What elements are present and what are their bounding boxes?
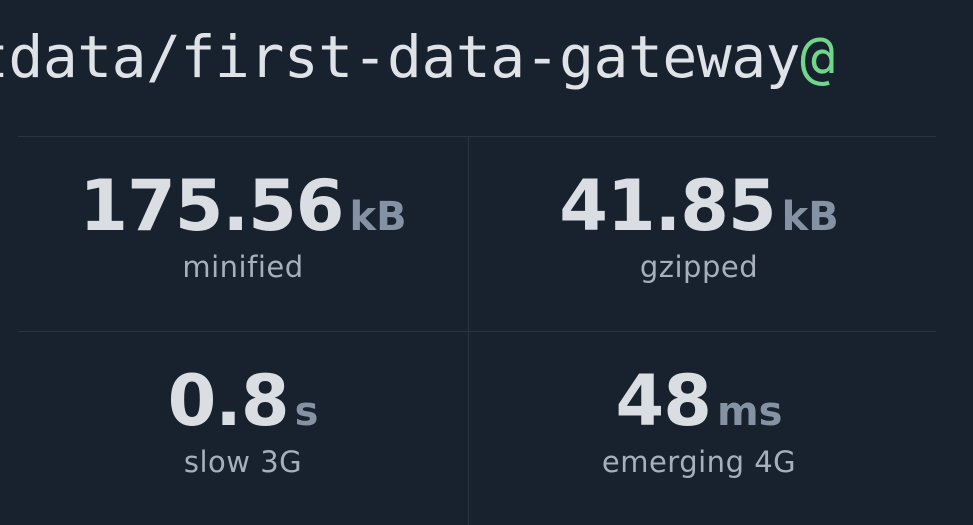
package-title: tdata/first-data-gateway@: [0, 28, 835, 86]
version-at-glyph: @: [800, 23, 835, 91]
stat-unit: kB: [781, 194, 839, 240]
stat-unit: s: [294, 389, 319, 435]
stat-minified: 175.56 kB minified: [18, 166, 468, 284]
divider-middle: [18, 331, 936, 332]
stat-gzipped-value: 41.85 kB: [474, 166, 924, 246]
stats-grid: 175.56 kB minified 41.85 kB gzipped 0.8 s s…: [18, 136, 936, 525]
stat-label: minified: [182, 250, 304, 284]
stat-label: slow 3G: [183, 445, 303, 479]
divider-top: [18, 136, 936, 137]
stat-emerging-4g: 48 ms emerging 4G: [474, 361, 924, 479]
stat-emerging-4g-value: 48 ms: [474, 361, 924, 441]
stat-label: emerging 4G: [601, 445, 797, 479]
stat-slow-3g-value: 0.8 s: [18, 361, 468, 441]
stat-label: gzipped: [639, 250, 759, 284]
stat-gzipped: 41.85 kB gzipped: [474, 166, 924, 284]
stat-number: 175.56: [79, 165, 344, 247]
stat-minified-value: 175.56 kB: [18, 166, 468, 246]
stat-unit: ms: [716, 389, 783, 435]
stat-unit: kB: [349, 194, 407, 240]
package-name: tdata/first-data-gateway: [0, 23, 801, 91]
divider-vertical: [468, 136, 469, 525]
stat-slow-3g: 0.8 s slow 3G: [18, 361, 468, 479]
stat-number: 41.85: [559, 165, 776, 247]
stat-number: 0.8: [167, 360, 290, 442]
stat-number: 48: [615, 360, 712, 442]
